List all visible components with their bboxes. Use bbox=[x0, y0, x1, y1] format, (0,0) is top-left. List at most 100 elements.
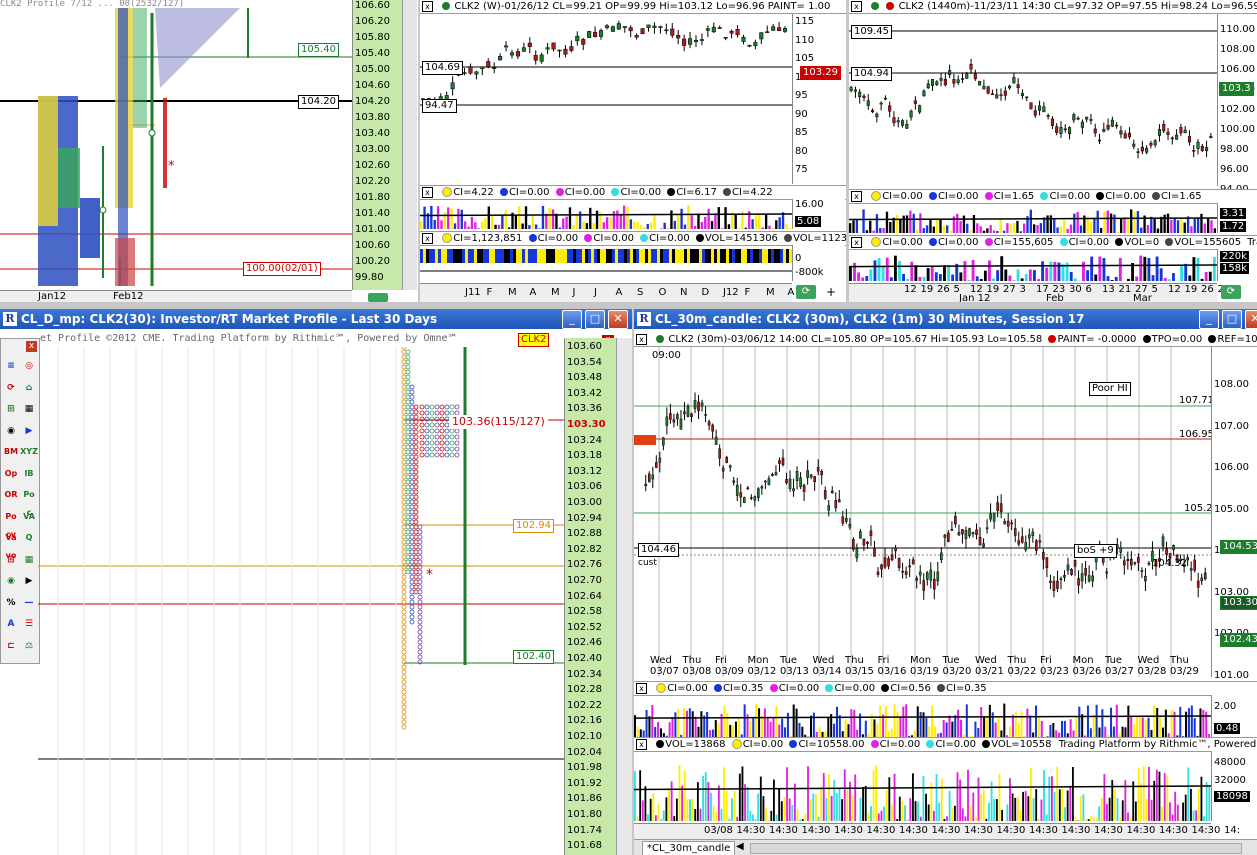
tpo-letter bbox=[405, 374, 411, 380]
tool-icon-3-1[interactable]: ▶ bbox=[20, 422, 38, 440]
tool-icon-0-0[interactable]: ≡ bbox=[2, 357, 20, 375]
weekly-add-icon[interactable]: + bbox=[822, 285, 840, 299]
market-profile-titlebar[interactable]: R CL_D_mp: CLK2(30): Investor/RT Market P… bbox=[0, 309, 632, 329]
profile-top-scrollbar[interactable] bbox=[402, 0, 417, 290]
daily-vol-close-icon[interactable]: x bbox=[851, 237, 862, 248]
histogram-bar bbox=[1176, 220, 1180, 233]
histogram-bar bbox=[646, 223, 649, 229]
tool-button-1[interactable]: XYZ bbox=[20, 443, 38, 461]
date-label: D bbox=[701, 287, 710, 298]
tpo-letter bbox=[419, 410, 425, 416]
daily-refresh-icon[interactable]: ⟳ bbox=[1221, 285, 1241, 299]
histogram-bar bbox=[430, 205, 433, 229]
maximize-button[interactable]: □ bbox=[585, 310, 605, 329]
histogram-bar bbox=[946, 225, 949, 233]
tool-button-3[interactable]: IB bbox=[20, 465, 38, 483]
tpo-letter bbox=[413, 524, 419, 530]
tool-icon-12-0[interactable]: A bbox=[2, 615, 20, 633]
candle-vol-close-icon[interactable]: x bbox=[636, 739, 647, 750]
candle-tab[interactable]: *CL_30m_candle bbox=[642, 841, 736, 855]
date-label: Wed bbox=[650, 655, 672, 666]
candle-level-2: 106.95 bbox=[1179, 429, 1214, 440]
tool-icon-10-1[interactable]: ▶ bbox=[20, 572, 38, 590]
weekly-ci-histogram bbox=[420, 205, 792, 229]
minimize-button[interactable]: _ bbox=[562, 310, 582, 329]
candle-ci-close-icon[interactable]: x bbox=[636, 683, 647, 694]
tool-icon-2-1[interactable]: ▦ bbox=[20, 400, 38, 418]
price-label: 101.86 bbox=[567, 793, 602, 805]
tool-icon-13-1[interactable]: ⚖ bbox=[20, 637, 38, 655]
tpo-letter bbox=[401, 454, 407, 460]
tpo-letter bbox=[417, 624, 423, 630]
weekly-vol-0: CI=1,123,851 bbox=[453, 233, 523, 244]
histogram-bar bbox=[882, 714, 885, 737]
daily-vol-6: Tradin bbox=[1247, 237, 1257, 248]
tpo-letter bbox=[401, 719, 407, 725]
horizontal-scrollbar[interactable] bbox=[750, 843, 1242, 854]
candle-close-button[interactable]: ✕ bbox=[1245, 310, 1257, 329]
tpo-letter bbox=[439, 428, 445, 434]
date-label: A bbox=[787, 287, 795, 298]
candlestick bbox=[975, 523, 978, 540]
tool-button-4[interactable]: OR bbox=[2, 486, 20, 504]
tool-button-9[interactable]: Q bbox=[20, 529, 38, 547]
tab-scroll-left-icon[interactable]: ◀ bbox=[736, 840, 744, 854]
candle-titlebar[interactable]: R CL_30m_candle: CLK2 (30m), CLK2 (1m) 30… bbox=[634, 309, 1257, 329]
close-button[interactable]: ✕ bbox=[608, 310, 628, 329]
tool-icon-2-0[interactable]: ⊞ bbox=[2, 400, 20, 418]
tool-icon-0-1[interactable]: ◎ bbox=[20, 357, 38, 375]
vol-strip-cell bbox=[675, 249, 678, 263]
tpo-letter bbox=[401, 347, 407, 350]
weekly-refresh-icon[interactable]: ⟳ bbox=[796, 285, 816, 299]
tpo-letter bbox=[405, 484, 411, 490]
histogram-bar bbox=[1135, 276, 1139, 281]
tpo-letter bbox=[417, 554, 423, 560]
histogram-bar bbox=[1098, 727, 1101, 737]
toolbar-close-icon[interactable]: x bbox=[26, 341, 37, 352]
tool-icon-11-1[interactable]: — bbox=[20, 594, 38, 612]
daily-close-icon[interactable]: x bbox=[851, 1, 862, 12]
weekly-vol-close-icon[interactable]: x bbox=[422, 233, 433, 244]
weekly-close-icon[interactable]: x bbox=[422, 1, 433, 12]
histogram-bar bbox=[919, 712, 922, 737]
histogram-bar bbox=[846, 787, 849, 821]
tool-icon-13-0[interactable]: ⊏ bbox=[2, 637, 20, 655]
tool-button-6[interactable]: Po cv bbox=[2, 508, 20, 539]
tool-icon-1-0[interactable]: ⟳ bbox=[2, 379, 20, 397]
candlestick bbox=[679, 410, 683, 430]
histogram-bar bbox=[752, 814, 754, 821]
tool-button-0[interactable]: BM bbox=[2, 443, 20, 461]
tool-button-2[interactable]: Op bbox=[2, 465, 20, 483]
histogram-bar bbox=[809, 715, 813, 737]
daily-vol-histogram bbox=[849, 255, 1217, 281]
tool-icon-3-0[interactable]: ◉ bbox=[2, 422, 20, 440]
tool-button-8[interactable]: Va vo bbox=[2, 529, 20, 560]
candle-ci-0: CI=0.00 bbox=[667, 683, 708, 694]
histogram-bar bbox=[681, 785, 684, 821]
tool-icon-1-1[interactable]: ⌂ bbox=[20, 379, 38, 397]
histogram-bar bbox=[1011, 714, 1014, 737]
tpo-letter bbox=[454, 452, 460, 458]
histogram-bar bbox=[977, 728, 980, 737]
candle-status-close-icon[interactable]: x bbox=[636, 334, 647, 345]
mp-scrollbar[interactable] bbox=[616, 338, 632, 855]
tpo-letter bbox=[434, 410, 440, 416]
candlestick bbox=[918, 104, 922, 115]
tool-icon-11-0[interactable]: % bbox=[2, 594, 20, 612]
profile-top-refresh-icon[interactable] bbox=[368, 293, 388, 302]
candlestick bbox=[646, 24, 651, 32]
tool-icon-9-1[interactable]: ▦ bbox=[20, 551, 38, 569]
weekly-ci-close-icon[interactable]: x bbox=[422, 187, 433, 198]
histogram-bar bbox=[1190, 226, 1193, 233]
candle-minimize-button[interactable]: _ bbox=[1199, 310, 1219, 329]
tpo-letter bbox=[409, 484, 415, 490]
tool-button-5[interactable]: Po c bbox=[20, 486, 38, 517]
candle-maximize-button[interactable]: □ bbox=[1222, 310, 1242, 329]
daily-ci-close-icon[interactable]: x bbox=[851, 191, 862, 202]
tool-icon-10-0[interactable]: ◉ bbox=[2, 572, 20, 590]
tool-icon-12-1[interactable]: ☰ bbox=[20, 615, 38, 633]
tool-button-7[interactable]: VA bbox=[20, 508, 38, 526]
tpo-letter bbox=[449, 440, 455, 446]
histogram-bar bbox=[1037, 279, 1040, 281]
tool-icon-9-0[interactable]: ⊞ bbox=[2, 551, 20, 569]
